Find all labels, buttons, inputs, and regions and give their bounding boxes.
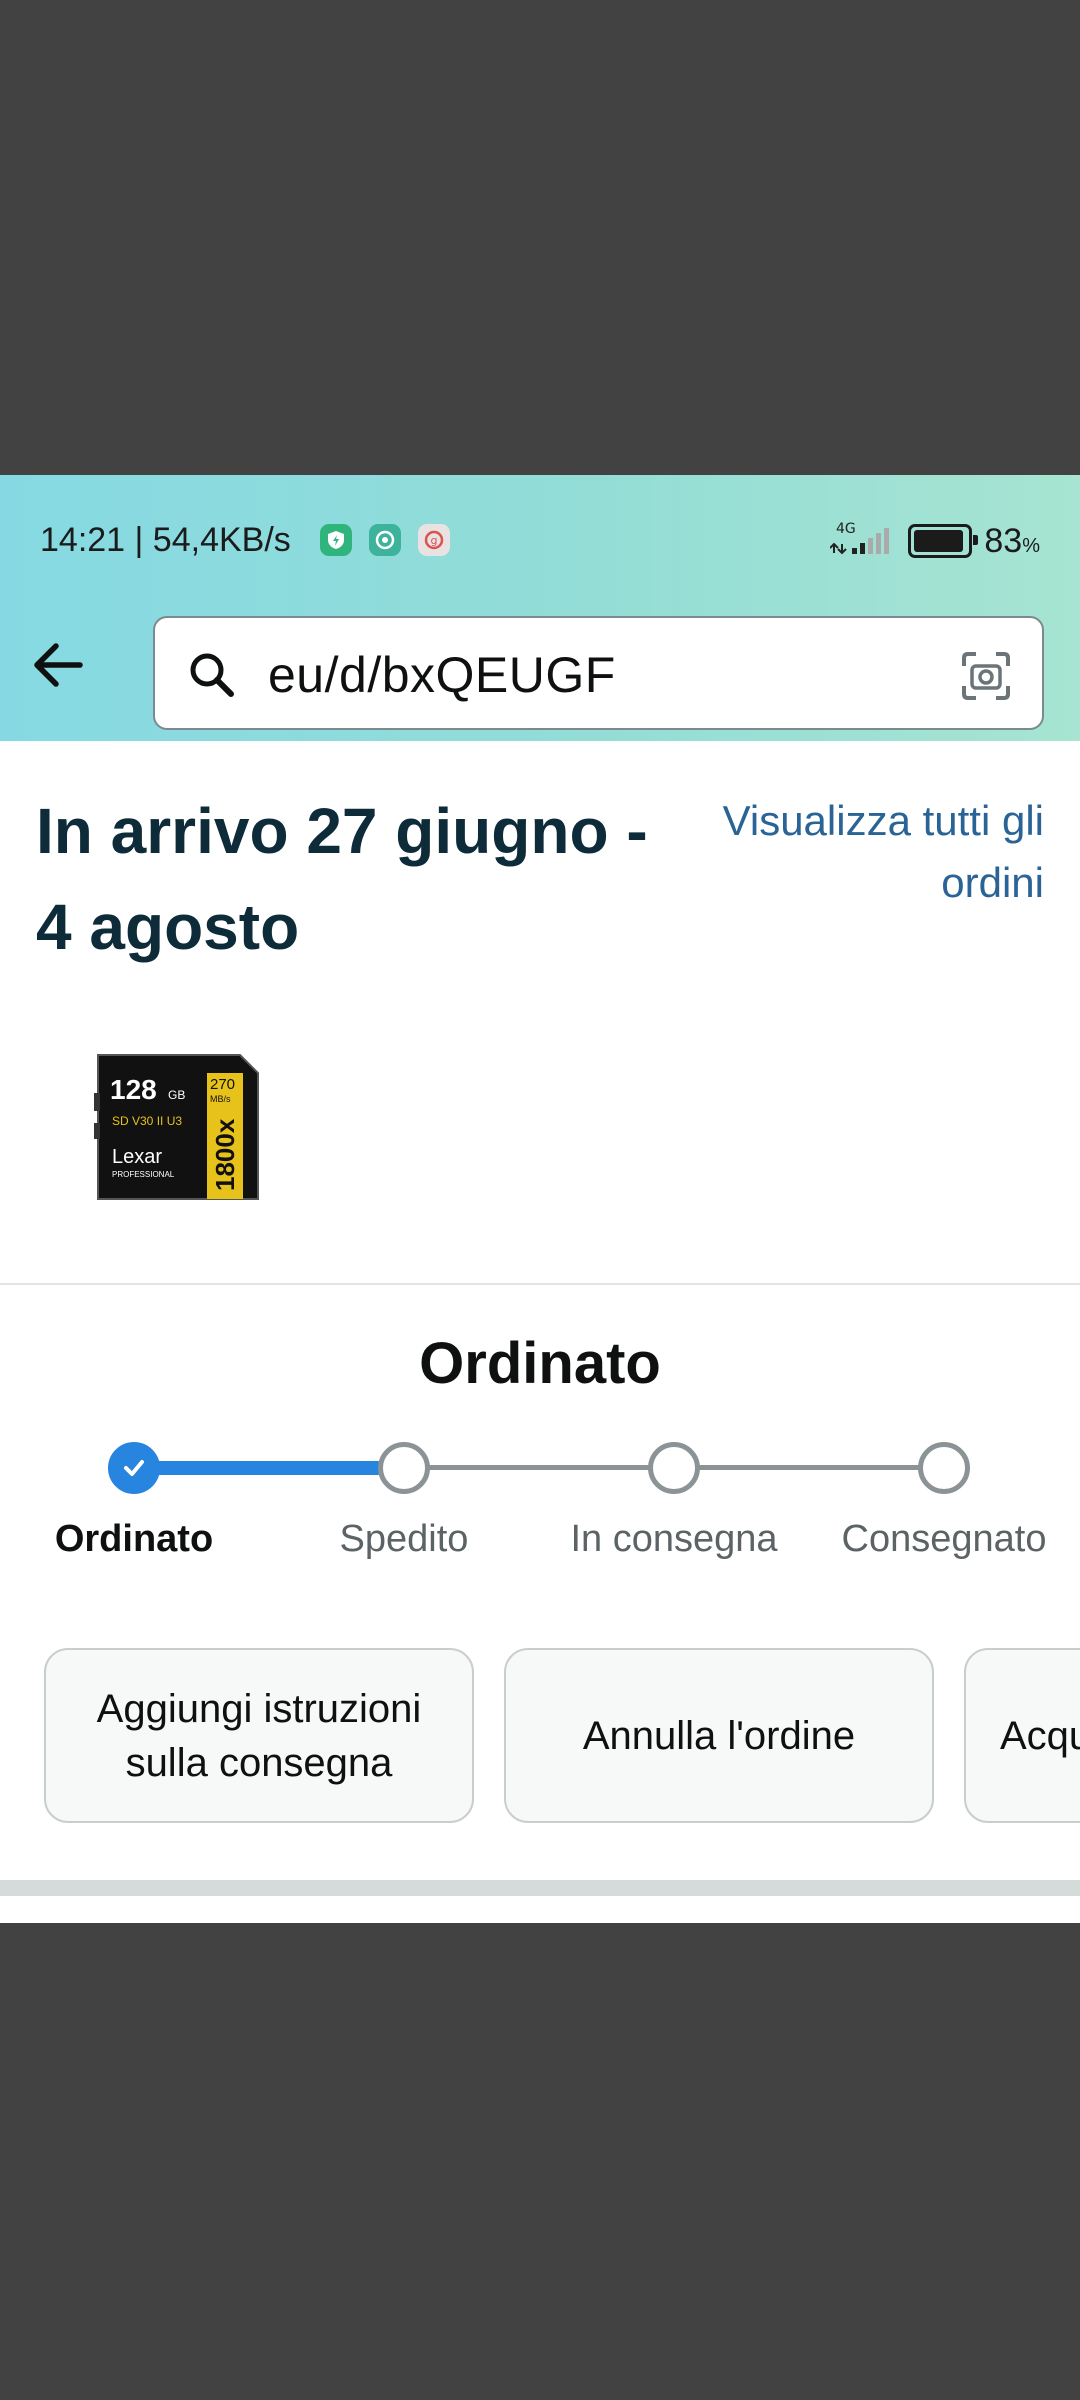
- status-time-speed: 14:21 | 54,4KB/s: [40, 521, 291, 559]
- order-status-heading: Ordinato: [419, 1331, 661, 1396]
- battery-icon: [908, 524, 979, 558]
- svg-text:PROFESSIONAL: PROFESSIONAL: [112, 1170, 175, 1179]
- svg-text:270: 270: [210, 1076, 235, 1093]
- step-node-in-consegna: [648, 1442, 700, 1494]
- step-node-consegnato: [918, 1442, 970, 1494]
- delivery-date-title: In arrivo 27 giugno - 4 agosto: [36, 795, 648, 963]
- battery-level-fill: [914, 530, 963, 552]
- search-input[interactable]: eu/d/bxQEUGF: [153, 616, 1044, 730]
- checkmark-icon: [124, 1460, 144, 1476]
- svg-text:SD V30 II U3: SD V30 II U3: [112, 1114, 182, 1128]
- chat-app-icon: [369, 524, 401, 556]
- product-image[interactable]: 128 GB 270 MB/s SD V30 II U3 Lexar PROFE…: [94, 1053, 260, 1201]
- arrow-left-icon: [34, 643, 83, 687]
- svg-text:1800x: 1800x: [210, 1118, 240, 1191]
- shield-bolt-icon: [320, 524, 352, 556]
- network-type-label: 4G: [836, 521, 856, 537]
- step-label-in-consegna: In consegna: [570, 1518, 778, 1560]
- app-header: 14:21 | 54,4KB/s g 4G 83% eu/d/bxQEUGF: [0, 475, 1080, 741]
- buy-again-button[interactable]: Acqu: [964, 1648, 1080, 1823]
- step-label-spedito: Spedito: [339, 1518, 469, 1560]
- phone-screen: 14:21 | 54,4KB/s g 4G 83% eu/d/bxQEUGF I…: [0, 475, 1080, 1923]
- view-all-orders-link[interactable]: Visualizza tutti gli ordini: [714, 790, 1044, 914]
- back-button[interactable]: [28, 633, 92, 697]
- svg-text:MB/s: MB/s: [210, 1094, 231, 1104]
- svg-text:Lexar: Lexar: [112, 1146, 162, 1168]
- camera-search-icon[interactable]: [960, 650, 1012, 702]
- svg-text:128: 128: [110, 1074, 157, 1105]
- status-bar: 14:21 | 54,4KB/s g 4G 83%: [0, 475, 1080, 605]
- status-right-group: 4G 83%: [829, 519, 1040, 564]
- section-divider: [0, 1283, 1080, 1285]
- cancel-order-button[interactable]: Annulla l'ordine: [504, 1648, 934, 1823]
- section-separator-band: [0, 1880, 1080, 1896]
- signal-icon: 4G: [829, 519, 896, 564]
- search-row: eu/d/bxQEUGF: [0, 605, 1080, 741]
- step-label-ordinato: Ordinato: [54, 1518, 214, 1560]
- progress-track-fill: [134, 1461, 404, 1475]
- add-delivery-instructions-button[interactable]: Aggiungi istruzioni sulla consegna: [44, 1648, 474, 1823]
- step-label-consegnato: Consegnato: [841, 1518, 1047, 1560]
- mail-app-icon: g: [418, 524, 450, 556]
- step-node-spedito: [378, 1442, 430, 1494]
- search-icon: [190, 653, 234, 697]
- svg-text:g: g: [431, 534, 438, 547]
- step-node-ordinato: [108, 1442, 160, 1494]
- battery-percent: 83%: [984, 521, 1040, 560]
- svg-text:GB: GB: [168, 1088, 185, 1102]
- search-query-text[interactable]: eu/d/bxQEUGF: [268, 646, 616, 704]
